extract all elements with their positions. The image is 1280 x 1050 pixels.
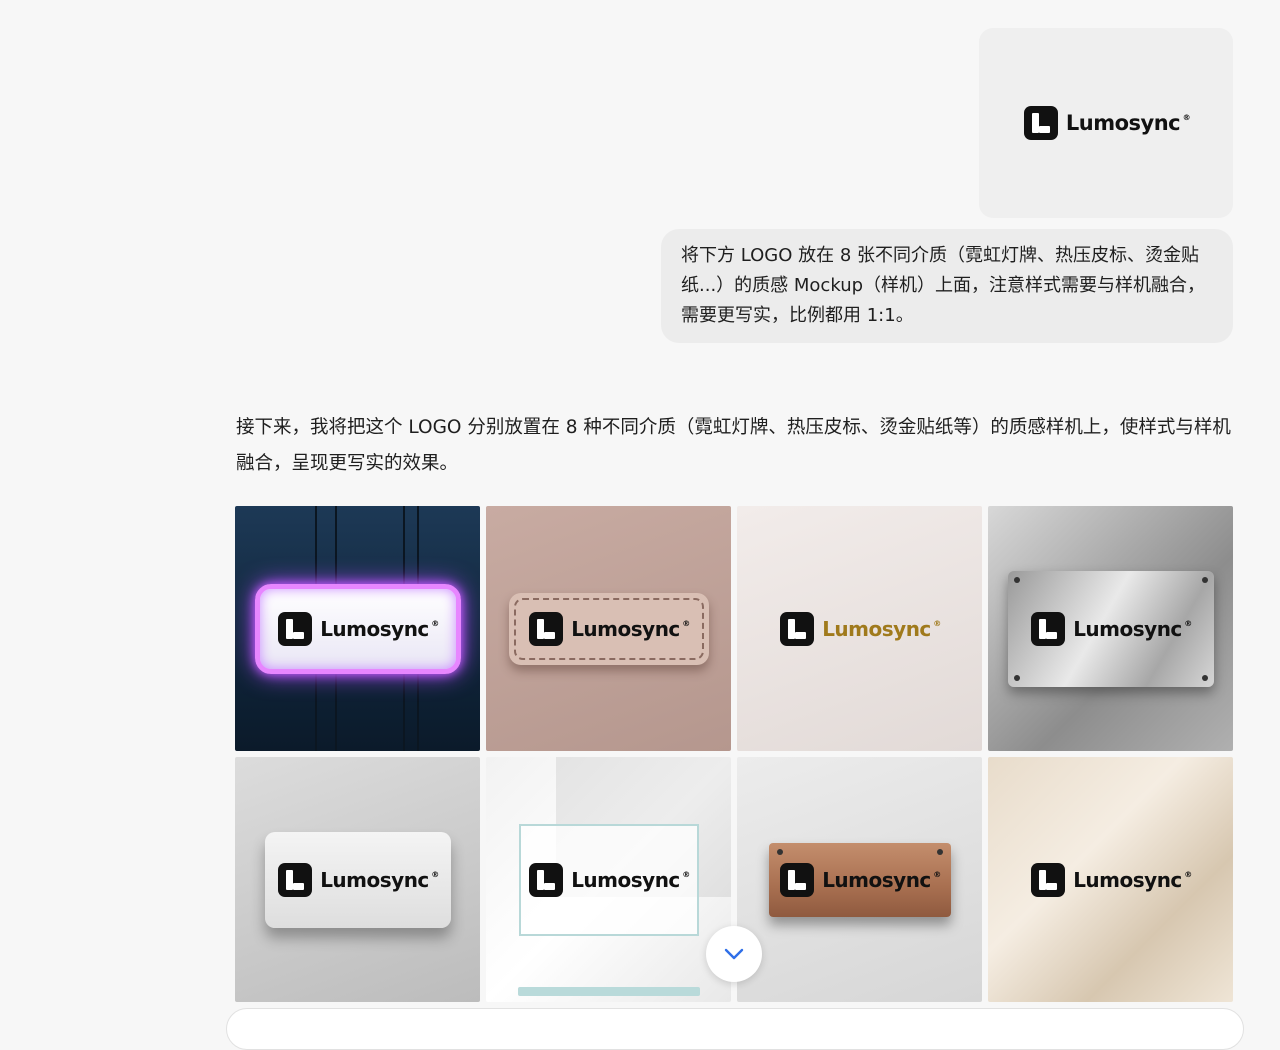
logo-wordmark: Lumosync ® <box>571 867 690 892</box>
logo: Lumosync ® <box>1031 862 1192 897</box>
logo-wordmark: Lumosync ® <box>320 867 439 892</box>
mockup-gold-foil[interactable]: Lumosync ® <box>737 506 982 751</box>
logo-wordmark: Lumosync ® <box>822 867 941 892</box>
logo: Lumosync ® <box>780 862 941 897</box>
logo-wordmark: Lumosync ® <box>571 616 690 641</box>
logo-mark-icon <box>1031 611 1066 646</box>
mockup-leather-patch[interactable]: Lumosync ® <box>486 506 731 751</box>
logo-mark-icon <box>278 862 313 897</box>
mockup-acrylic-stand[interactable]: Lumosync ® <box>486 757 731 1002</box>
logo-wordmark: Lumosync ® <box>1065 111 1191 135</box>
logo-mark-icon <box>529 611 564 646</box>
logo-mark-icon <box>278 611 313 646</box>
logo-wordmark: Lumosync ® <box>320 616 439 641</box>
logo-wordmark: Lumosync ® <box>1073 867 1192 892</box>
mockup-emboss-card[interactable]: Lumosync ® <box>235 757 480 1002</box>
logo-mark-icon <box>529 862 564 897</box>
logo-mark-icon <box>780 862 815 897</box>
user-message: 将下方 LOGO 放在 8 张不同介质（霓虹灯牌、热压皮标、烫金贴纸...）的质… <box>661 229 1233 343</box>
message-composer[interactable] <box>226 1008 1244 1050</box>
uploaded-image[interactable]: Lumosync ® <box>979 28 1233 218</box>
scroll-down-button[interactable] <box>706 926 762 982</box>
logo: Lumosync ® <box>780 611 941 646</box>
logo: Lumosync ® <box>529 611 690 646</box>
logo: Lumosync ® <box>1023 106 1191 140</box>
logo: Lumosync ® <box>529 862 690 897</box>
logo-mark-icon <box>780 611 815 646</box>
mockup-fabric-print[interactable]: Lumosync ® <box>988 757 1233 1002</box>
logo: Lumosync ® <box>278 611 439 646</box>
mockup-copper-plate[interactable]: Lumosync ® <box>737 757 982 1002</box>
logo-wordmark: Lumosync ® <box>1073 616 1192 641</box>
logo: Lumosync ® <box>1031 611 1192 646</box>
logo: Lumosync ® <box>278 862 439 897</box>
chevron-down-icon <box>724 948 744 960</box>
mockup-neon-sign[interactable]: Lumosync ® <box>235 506 480 751</box>
logo-mark-icon <box>1031 862 1066 897</box>
logo-wordmark: Lumosync ® <box>822 616 941 641</box>
mockup-metal-plate[interactable]: Lumosync ® <box>988 506 1233 751</box>
assistant-message: 接下来，我将把这个 LOGO 分别放置在 8 种不同介质（霓虹灯牌、热压皮标、烫… <box>236 417 1231 474</box>
logo-mark-icon <box>1023 106 1058 140</box>
